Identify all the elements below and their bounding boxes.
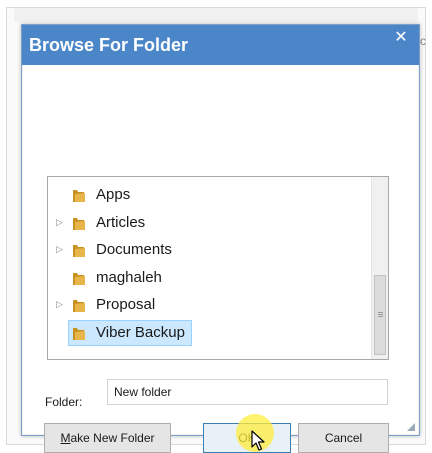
folder-icon: [73, 300, 85, 312]
tree-item[interactable]: ▷ Documents: [48, 237, 372, 263]
folder-tree[interactable]: Apps ▷ Articles ▷ Documents maghaleh ▷ Proposal…: [47, 176, 389, 360]
folder-icon: [73, 190, 85, 202]
dialog-title: Browse For Folder: [29, 35, 189, 55]
tree-item[interactable]: Apps: [48, 182, 372, 208]
ok-button-label: OK: [238, 431, 256, 445]
folder-icon: [73, 245, 85, 257]
dialog-titlebar[interactable]: Browse For Folder ✕: [22, 25, 419, 65]
dialog-client-area: Apps ▷ Articles ▷ Documents maghaleh ▷ Proposal…: [23, 65, 418, 453]
tree-item[interactable]: ▷ Proposal: [48, 292, 372, 318]
tree-item-label: maghaleh: [96, 268, 162, 286]
tree-item-label: Documents: [96, 241, 172, 258]
tree-item[interactable]: ▷ Articles: [48, 210, 372, 236]
folder-field-label: Folder:: [45, 395, 83, 409]
expand-arrow-icon[interactable]: ▷: [56, 216, 66, 228]
expand-arrow-icon[interactable]: ▷: [56, 298, 66, 310]
folder-name-input[interactable]: [107, 379, 388, 405]
tree-item-label: Viber Backup: [96, 323, 185, 341]
make-new-folder-mnemonic: M: [60, 431, 71, 445]
folder-icon: [73, 217, 85, 230]
background-window-text: c: [420, 34, 426, 48]
folder-icon: [73, 272, 85, 285]
thumb-grip-line: [378, 312, 383, 313]
tree-item-label: Apps: [96, 186, 131, 203]
expand-arrow-icon[interactable]: ▷: [56, 243, 66, 255]
tree-item[interactable]: maghaleh: [48, 265, 372, 291]
scrollbar-thumb[interactable]: [374, 275, 386, 355]
tree-item-label: Proposal: [96, 296, 156, 313]
tree-item[interactable]: Viber Backup: [48, 319, 372, 346]
close-icon: ✕: [394, 29, 408, 46]
make-new-folder-label: ake New Folder: [70, 431, 155, 445]
tree-vertical-scrollbar[interactable]: [371, 177, 388, 359]
close-button[interactable]: ✕: [386, 27, 416, 49]
tree-item-label: Articles: [96, 213, 146, 231]
browse-for-folder-dialog: Browse For Folder ✕ Apps ▷ Articles ▷ Docume…: [21, 24, 420, 453]
thumb-grip-line: [378, 316, 383, 317]
background-window-toolbar: [14, 8, 418, 22]
folder-icon: [73, 327, 85, 340]
thumb-grip-line: [378, 314, 383, 315]
resize-grip-icon[interactable]: [406, 422, 416, 432]
cancel-button-label: Cancel: [324, 431, 363, 445]
